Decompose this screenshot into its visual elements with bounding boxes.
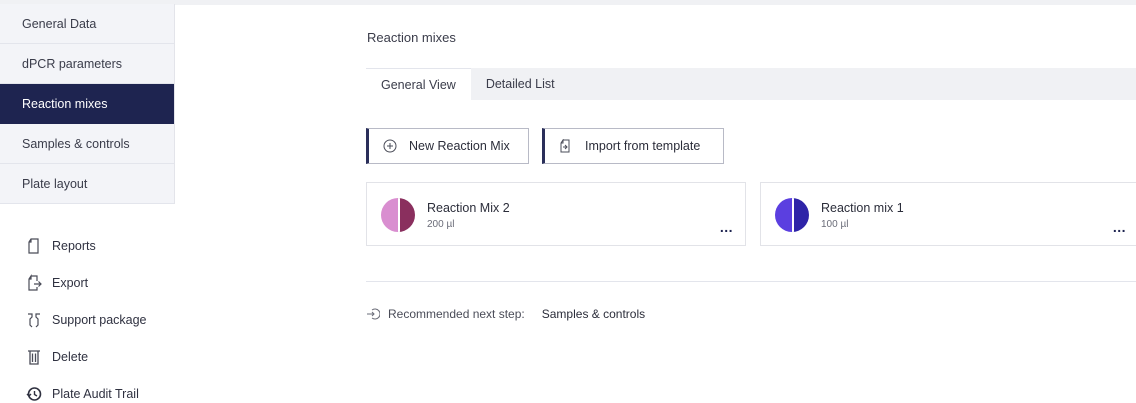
next-step-link[interactable]: Samples & controls	[542, 307, 645, 321]
import-icon	[559, 139, 573, 153]
import-from-template-button[interactable]: Import from template	[542, 128, 724, 164]
page-title: Reaction mixes	[367, 30, 456, 45]
sidebar-actions: Reports Export Support package Delete Pl…	[0, 227, 175, 403]
sidebar-item-label: Plate layout	[22, 176, 88, 191]
divider	[366, 281, 1136, 282]
mix-color-right	[792, 198, 809, 232]
sidebar-item-label: Reaction mixes	[22, 96, 108, 111]
trash-icon	[26, 348, 42, 366]
sidebar-item-general-data[interactable]: General Data	[0, 4, 174, 44]
new-reaction-mix-label: New Reaction Mix	[409, 139, 510, 153]
sidebar-item-label: Samples & controls	[22, 136, 130, 151]
new-reaction-mix-button[interactable]: New Reaction Mix	[366, 128, 529, 164]
export-icon	[26, 273, 42, 292]
reaction-mix-color-icon	[775, 198, 809, 232]
delete-action[interactable]: Delete	[0, 338, 175, 375]
more-options-button[interactable]: ...	[720, 220, 733, 234]
reaction-mix-color-icon	[381, 198, 415, 232]
support-package-action[interactable]: Support package	[0, 301, 175, 338]
plate-audit-trail-label: Plate Audit Trail	[52, 386, 139, 401]
document-icon	[26, 237, 42, 255]
export-label: Export	[52, 275, 89, 290]
tab-bar: General View Detailed List	[366, 68, 1136, 100]
sidebar-item-dpcr-parameters[interactable]: dPCR parameters	[0, 44, 174, 84]
sidebar-item-reaction-mixes[interactable]: Reaction mixes	[0, 84, 174, 124]
tab-general-view[interactable]: General View	[366, 68, 471, 100]
reaction-mix-name: Reaction mix 1	[821, 201, 904, 215]
next-step-icon	[366, 307, 380, 321]
plate-audit-trail-action[interactable]: Plate Audit Trail	[0, 375, 175, 403]
reaction-mix-card[interactable]: Reaction mix 1 100 µl ...	[760, 182, 1136, 246]
reaction-mix-volume: 100 µl	[821, 219, 849, 230]
reports-action[interactable]: Reports	[0, 227, 175, 264]
tab-detailed-list[interactable]: Detailed List	[471, 68, 570, 100]
add-circle-icon	[383, 139, 397, 153]
tab-bar-fill	[570, 68, 1136, 100]
reaction-mix-name: Reaction Mix 2	[427, 201, 510, 215]
reports-label: Reports	[52, 238, 96, 253]
sidebar-item-label: dPCR parameters	[22, 56, 123, 71]
more-options-button[interactable]: ...	[1113, 220, 1126, 234]
support-package-label: Support package	[52, 312, 147, 327]
import-from-template-label: Import from template	[585, 139, 701, 153]
delete-label: Delete	[52, 349, 89, 364]
support-package-icon	[26, 311, 42, 329]
history-icon	[26, 385, 42, 403]
next-step-label: Recommended next step:	[388, 307, 525, 321]
sidebar-item-label: General Data	[22, 16, 97, 31]
sidebar-item-samples-controls[interactable]: Samples & controls	[0, 124, 174, 164]
sidebar-nav: General Data dPCR parameters Reaction mi…	[0, 4, 175, 204]
mix-color-right	[398, 198, 415, 232]
reaction-mix-volume: 200 µl	[427, 219, 455, 230]
reaction-mix-card[interactable]: Reaction Mix 2 200 µl ...	[366, 182, 746, 246]
mix-color-left	[775, 198, 792, 232]
export-action[interactable]: Export	[0, 264, 175, 301]
recommended-next-step: Recommended next step: Samples & control…	[366, 307, 645, 321]
sidebar-item-plate-layout[interactable]: Plate layout	[0, 164, 174, 204]
mix-color-left	[381, 198, 398, 232]
